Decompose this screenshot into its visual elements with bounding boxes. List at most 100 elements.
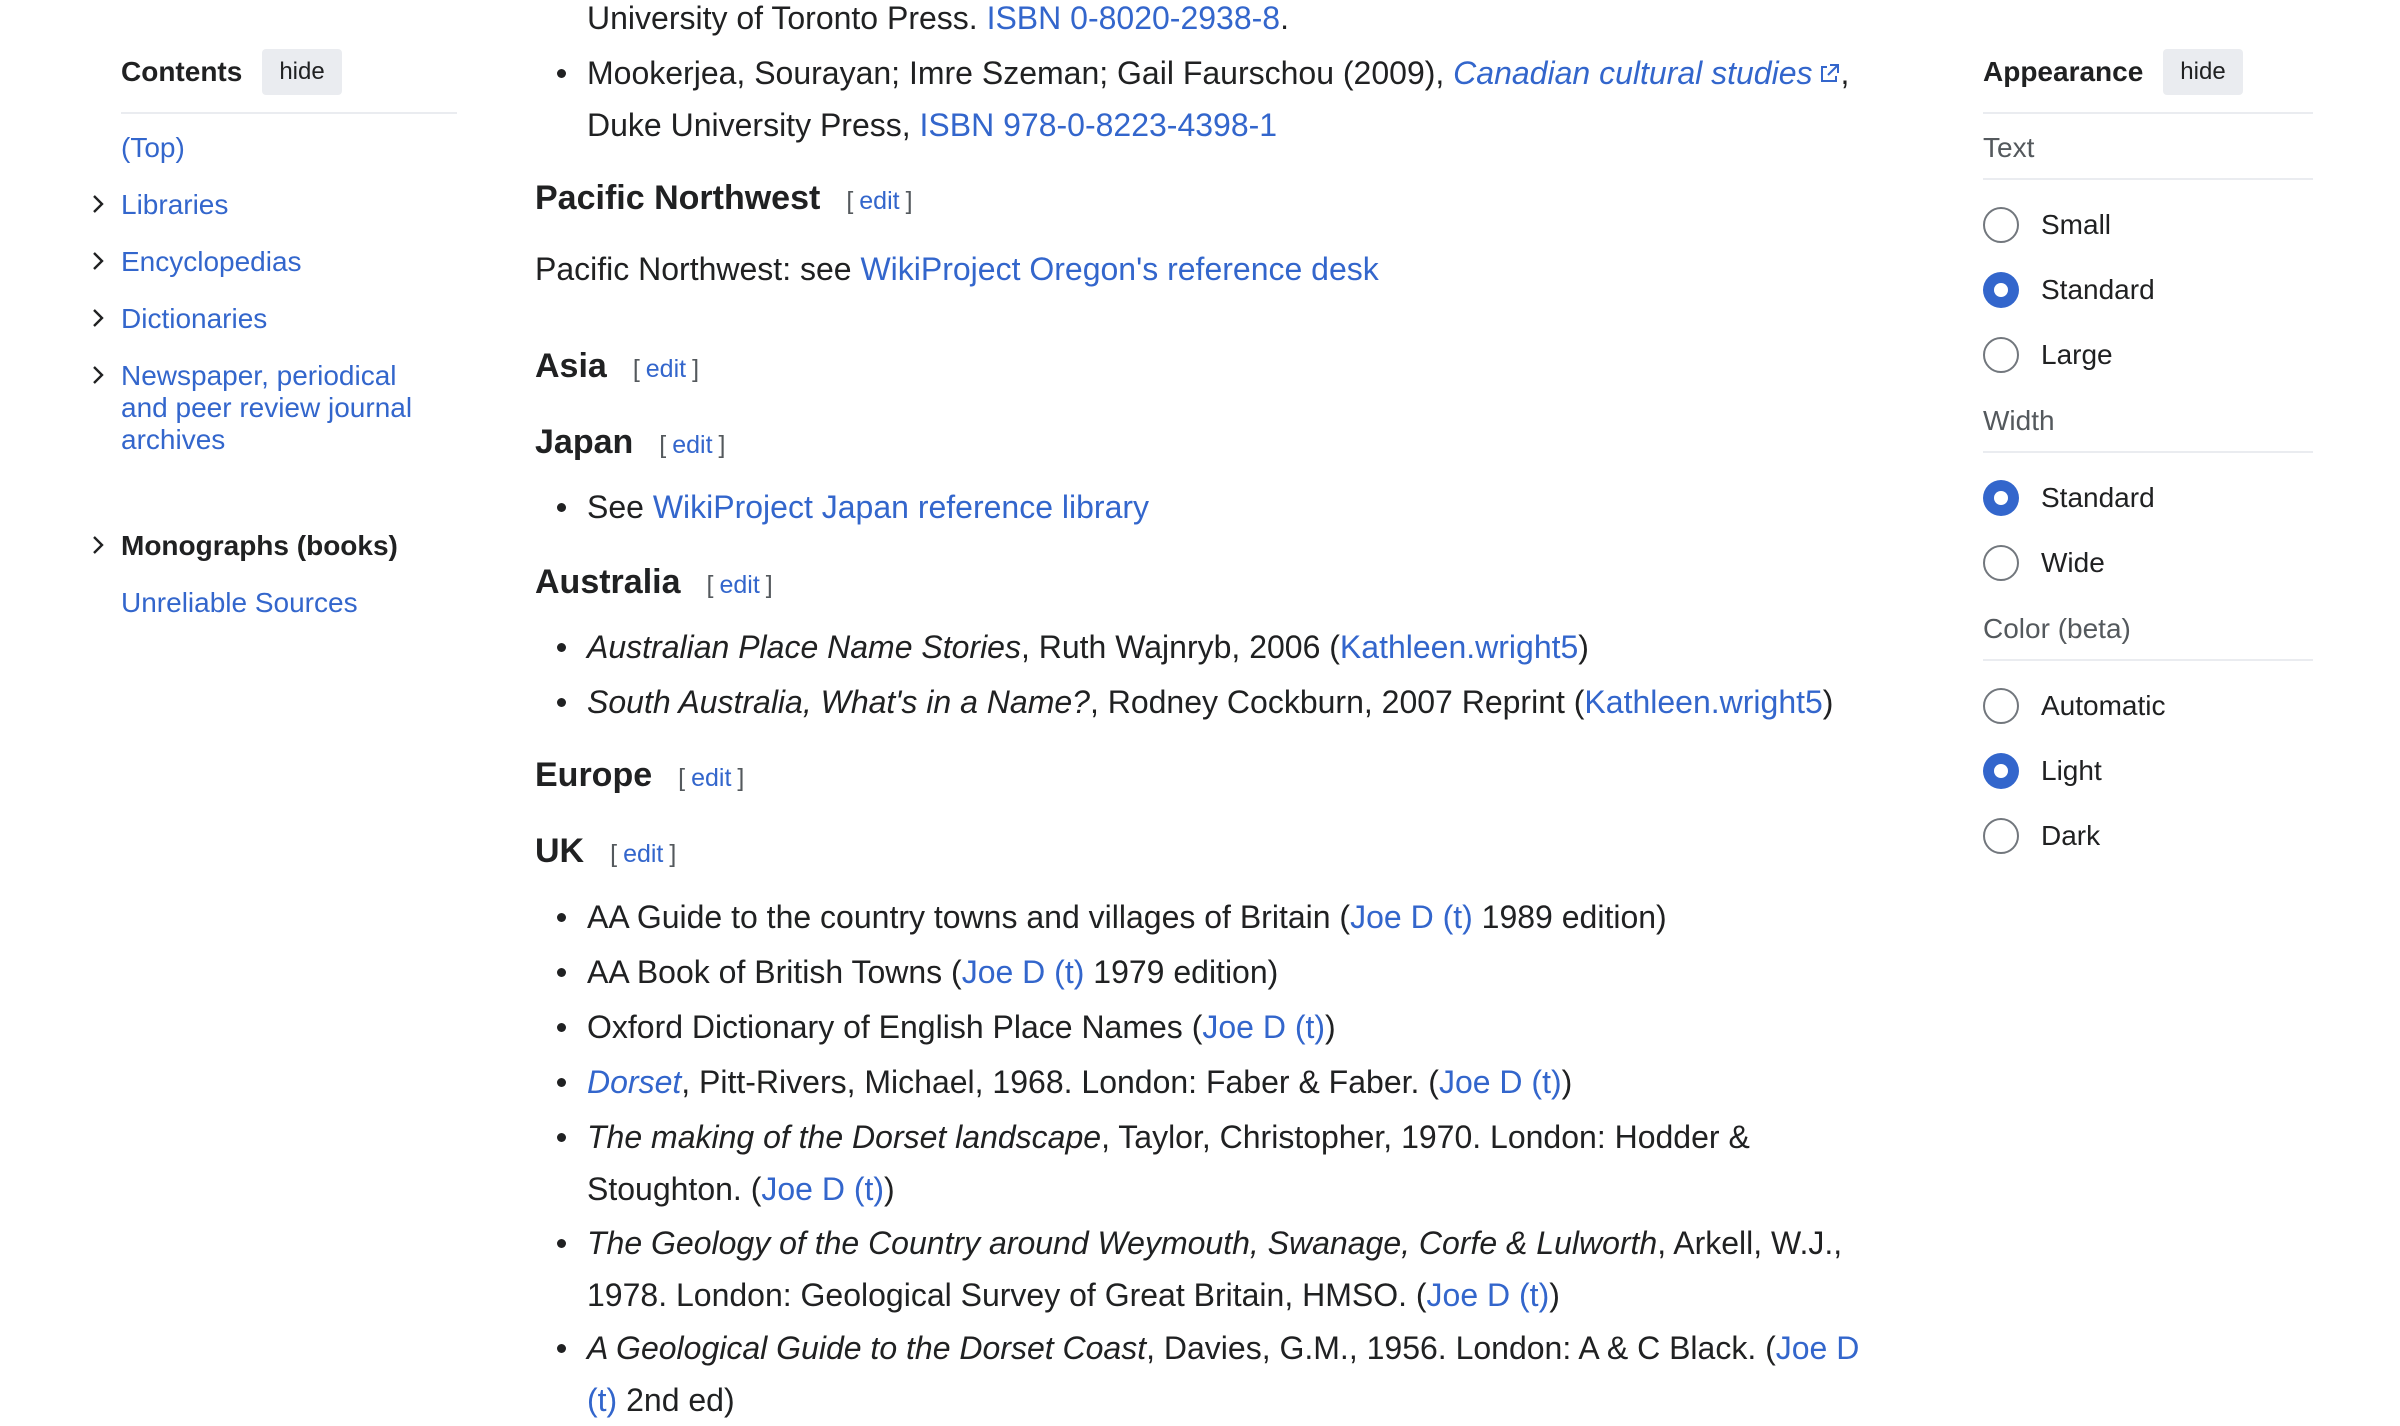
appearance-panel: Appearance hide Text Small Standard Larg… xyxy=(1983,46,2313,868)
talk-link[interactable]: (t) xyxy=(1531,1064,1561,1100)
chevron-right-icon[interactable] xyxy=(87,189,109,219)
talk-link[interactable]: (t) xyxy=(854,1171,884,1207)
edit-section: [edit] xyxy=(610,840,677,868)
paragraph: Pacific Northwest: see WikiProject Orego… xyxy=(535,251,1379,287)
radio-button[interactable] xyxy=(1983,687,2019,724)
radio-button[interactable] xyxy=(1983,544,2019,581)
list-item: See WikiProject Japan reference library xyxy=(557,481,1887,533)
toc-item-encyclopedias[interactable]: Encyclopedias xyxy=(93,246,302,278)
external-link[interactable]: Canadian cultural studies xyxy=(1453,55,1812,91)
edit-link[interactable]: edit xyxy=(859,187,899,215)
list-item: AA Book of British Towns (Joe D (t) 1979… xyxy=(557,946,1887,998)
radio-color-light[interactable]: Light xyxy=(1983,738,2313,803)
radio-width-wide[interactable]: Wide xyxy=(1983,530,2313,595)
user-link[interactable]: Joe D xyxy=(1202,1009,1286,1045)
toc-item-label[interactable]: Dictionaries xyxy=(121,303,267,334)
section-heading-japan: Japan [edit] xyxy=(535,423,726,461)
edit-link[interactable]: edit xyxy=(646,355,686,383)
toc-header: Contents hide xyxy=(121,46,457,114)
toc-item-label[interactable]: (Top) xyxy=(121,132,185,163)
toc-item-label[interactable]: Unreliable Sources xyxy=(121,587,358,618)
section-heading-pacific-northwest: Pacific Northwest [edit] xyxy=(535,179,913,217)
toc-item-label[interactable]: Newspaper, periodical and peer review jo… xyxy=(121,360,412,455)
edit-link[interactable]: edit xyxy=(719,571,759,599)
list-item: The Geology of the Country around Weymou… xyxy=(557,1217,1887,1321)
radio-button-selected[interactable] xyxy=(1983,752,2019,789)
talk-link[interactable]: (t) xyxy=(1295,1009,1325,1045)
radio-button-selected[interactable] xyxy=(1983,479,2019,516)
chevron-right-icon[interactable] xyxy=(87,246,109,276)
radio-button[interactable] xyxy=(1983,336,2019,373)
radio-button-selected[interactable] xyxy=(1983,271,2019,308)
toc-item-dictionaries[interactable]: Dictionaries xyxy=(93,303,267,335)
toc-title: Contents xyxy=(121,56,243,87)
dorset-link[interactable]: Dorset xyxy=(587,1064,681,1100)
toc-item-unreliable-sources[interactable]: Unreliable Sources xyxy=(121,587,358,619)
text-size-options: Small Standard Large xyxy=(1983,192,2313,387)
edit-section: [edit] xyxy=(706,571,773,599)
appearance-title: Appearance xyxy=(1983,56,2144,87)
edit-section: [edit] xyxy=(659,431,726,459)
user-link[interactable]: Joe D xyxy=(1439,1064,1523,1100)
radio-button[interactable] xyxy=(1983,817,2019,854)
toc-item-monographs[interactable]: Monographs (books) xyxy=(93,530,398,562)
list-item: South Australia, What's in a Name?, Rodn… xyxy=(557,676,1887,728)
list-item: Dorset, Pitt-Rivers, Michael, 1968. Lond… xyxy=(557,1056,1887,1108)
edit-link[interactable]: edit xyxy=(672,431,712,459)
wikiproject-japan-link[interactable]: WikiProject Japan reference library xyxy=(653,489,1149,525)
section-heading-asia: Asia [edit] xyxy=(535,347,700,385)
list-item: Oxford Dictionary of English Place Names… xyxy=(557,1001,1887,1053)
toc-item-label[interactable]: Encyclopedias xyxy=(121,246,302,277)
radio-color-dark[interactable]: Dark xyxy=(1983,803,2313,868)
appearance-hide-button[interactable]: hide xyxy=(2163,49,2243,95)
list-item: University of Toronto Press. ISBN 0-8020… xyxy=(587,0,1289,36)
isbn-link[interactable]: ISBN 978-0-8223-4398-1 xyxy=(920,107,1278,143)
user-link[interactable]: Joe D xyxy=(1776,1330,1860,1366)
appearance-header: Appearance hide xyxy=(1983,46,2313,114)
toc-item-top[interactable]: (Top) xyxy=(121,132,185,164)
chevron-right-icon[interactable] xyxy=(87,360,109,390)
isbn-link[interactable]: ISBN 0-8020-2938-8 xyxy=(987,0,1281,36)
list-item: AA Guide to the country towns and villag… xyxy=(557,891,1887,943)
edit-section: [edit] xyxy=(632,355,700,383)
edit-link[interactable]: edit xyxy=(623,840,663,868)
user-link[interactable]: Joe D xyxy=(1350,899,1434,935)
section-heading-uk: UK [edit] xyxy=(535,832,677,870)
radio-width-standard[interactable]: Standard xyxy=(1983,465,2313,530)
user-link[interactable]: Kathleen.wright5 xyxy=(1584,684,1822,720)
toc-item-label[interactable]: Libraries xyxy=(121,189,228,220)
chevron-right-icon[interactable] xyxy=(87,303,109,333)
list-item: Mookerjea, Sourayan; Imre Szeman; Gail F… xyxy=(557,47,1887,151)
table-of-contents: Contents hide (Top) Libraries Encycloped… xyxy=(93,46,457,618)
edit-link[interactable]: edit xyxy=(691,764,731,792)
radio-text-large[interactable]: Large xyxy=(1983,322,2313,387)
section-heading-australia: Australia [edit] xyxy=(535,563,773,601)
edit-section: [edit] xyxy=(846,187,913,215)
talk-link[interactable]: (t) xyxy=(587,1382,617,1418)
talk-link[interactable]: (t) xyxy=(1054,954,1084,990)
radio-color-automatic[interactable]: Automatic xyxy=(1983,673,2313,738)
wikiproject-oregon-link[interactable]: WikiProject Oregon's reference desk xyxy=(860,251,1378,287)
talk-link[interactable]: (t) xyxy=(1519,1277,1549,1313)
talk-link[interactable]: (t) xyxy=(1443,899,1473,935)
width-options: Standard Wide xyxy=(1983,465,2313,595)
radio-text-small[interactable]: Small xyxy=(1983,192,2313,257)
user-link[interactable]: Joe D xyxy=(761,1171,845,1207)
toc-item-label[interactable]: Monographs (books) xyxy=(121,530,398,561)
user-link[interactable]: Kathleen.wright5 xyxy=(1340,629,1578,665)
width-label: Width xyxy=(1983,405,2313,453)
list-item: Australian Place Name Stories, Ruth Wajn… xyxy=(557,621,1887,673)
toc-item-libraries[interactable]: Libraries xyxy=(93,189,228,221)
radio-button[interactable] xyxy=(1983,206,2019,243)
chevron-right-icon[interactable] xyxy=(87,530,109,560)
list-item: A Geological Guide to the Dorset Coast, … xyxy=(557,1322,1887,1426)
radio-text-standard[interactable]: Standard xyxy=(1983,257,2313,322)
toc-item-newspaper[interactable]: Newspaper, periodical and peer review jo… xyxy=(93,360,441,456)
list-item: The making of the Dorset landscape, Tayl… xyxy=(557,1111,1887,1215)
section-heading-europe: Europe [edit] xyxy=(535,756,745,794)
user-link[interactable]: Joe D xyxy=(962,954,1046,990)
color-options: Automatic Light Dark xyxy=(1983,673,2313,868)
user-link[interactable]: Joe D xyxy=(1427,1277,1511,1313)
toc-hide-button[interactable]: hide xyxy=(262,49,342,95)
color-label: Color (beta) xyxy=(1983,613,2313,661)
